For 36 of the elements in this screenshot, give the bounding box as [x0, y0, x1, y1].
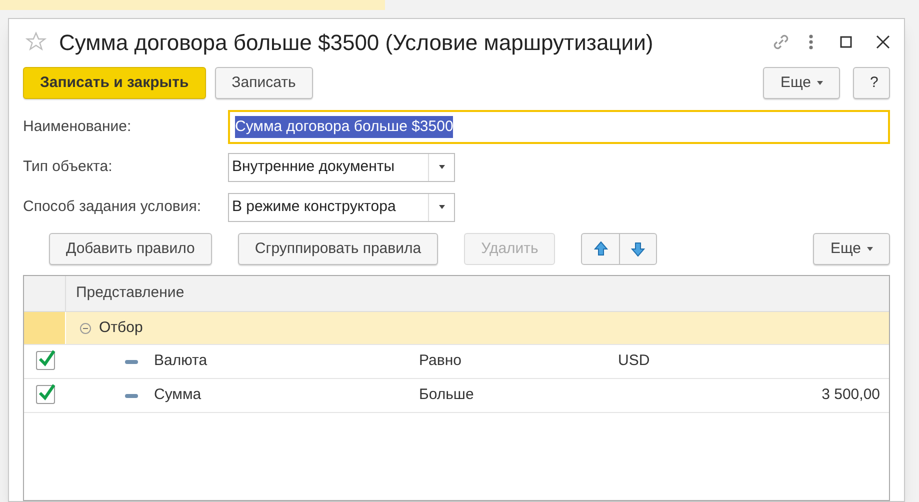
more-button[interactable]: Еще: [813, 233, 890, 265]
arrow-up-icon: [594, 241, 608, 257]
checkbox[interactable]: [36, 351, 54, 370]
table-cell-text: Сумма: [154, 385, 202, 406]
more-vertical-icon[interactable]: [808, 34, 814, 50]
name-input-field[interactable]: Сумма договора больше $3500: [228, 110, 890, 144]
maximize-icon[interactable]: [840, 36, 852, 48]
field-label: Тип объекта:: [23, 156, 114, 177]
item-icon: [125, 394, 138, 398]
item-icon: [125, 360, 138, 364]
more-button[interactable]: Еще: [763, 67, 840, 99]
field-label: Наименование:: [23, 116, 132, 137]
save-and-close-button[interactable]: Записать и закрыть: [23, 67, 206, 99]
dropdown-field[interactable]: Внутренние документы: [228, 152, 455, 182]
add-rule-button[interactable]: Добавить правило: [49, 233, 212, 265]
group-row[interactable]: Отбор: [24, 312, 889, 345]
dropdown-field[interactable]: В режиме конструктора: [228, 192, 455, 222]
checkbox[interactable]: [36, 385, 54, 404]
caret-icon: [438, 205, 444, 209]
window-title: Сумма договора больше $3500 (Условие маршрутизации): [59, 28, 654, 57]
save-button[interactable]: Записать: [214, 67, 313, 99]
star-icon[interactable]: [25, 31, 47, 53]
help-button[interactable]: ?: [853, 67, 890, 99]
close-icon[interactable]: [876, 35, 890, 49]
arrow-down-icon: [631, 241, 646, 257]
column-header: Представление: [76, 283, 184, 304]
table-cell-text: Равно: [419, 351, 462, 372]
group-label: Отбор: [99, 318, 143, 338]
collapse-icon[interactable]: [80, 322, 91, 334]
table-cell-text: Валюта: [154, 351, 208, 372]
table-cell-text: 3 500,00: [822, 385, 880, 406]
table-cell-text: USD: [618, 351, 650, 372]
group-rules-button[interactable]: Сгруппировать правила: [238, 233, 438, 265]
table-cell-text: Больше: [419, 385, 475, 406]
caret-icon: [438, 165, 444, 169]
field-label: Способ задания условия:: [23, 196, 202, 217]
